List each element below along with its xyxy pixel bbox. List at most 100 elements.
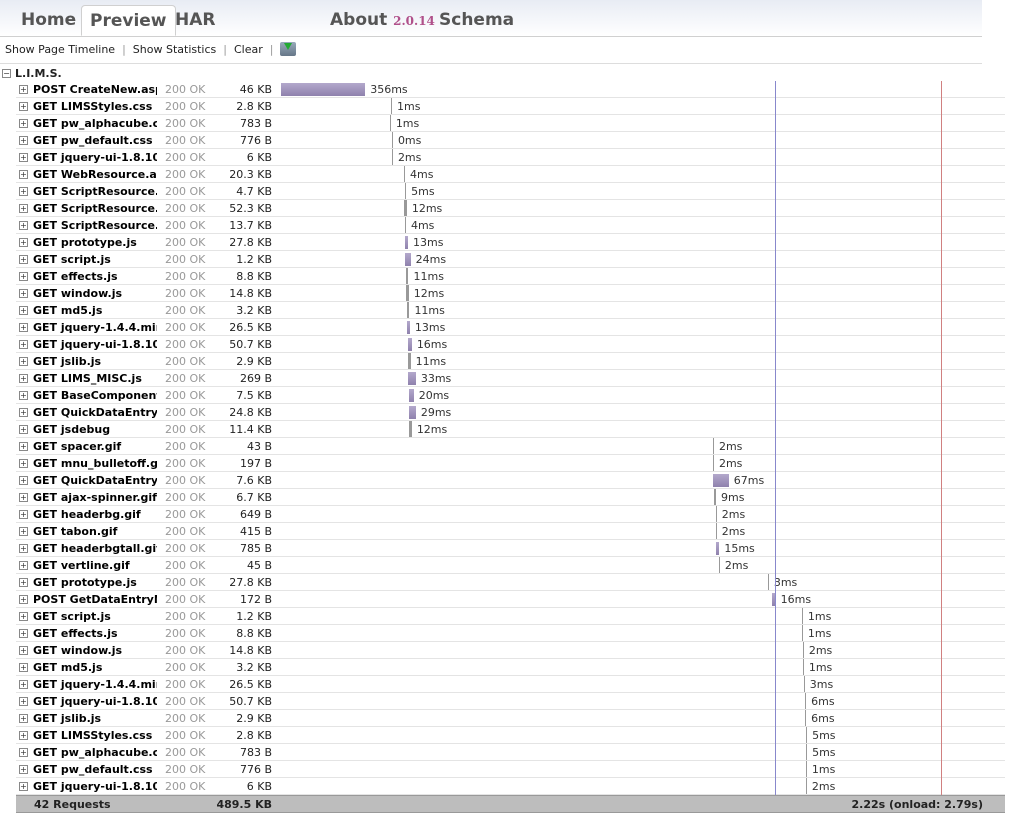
request-row[interactable]: + GET prototype.js 200 OK 27.8 KB 13ms bbox=[16, 234, 1005, 251]
request-row[interactable]: + GET md5.js 200 OK 3.2 KB 11ms bbox=[16, 302, 1005, 319]
expand-icon[interactable]: + bbox=[19, 493, 28, 502]
expand-icon[interactable]: + bbox=[19, 544, 28, 553]
request-row[interactable]: + GET effects.js 200 OK 8.8 KB 11ms bbox=[16, 268, 1005, 285]
request-row[interactable]: + GET LIMS_MISC.js 200 OK 269 B 33ms bbox=[16, 370, 1005, 387]
download-icon[interactable] bbox=[280, 42, 297, 56]
request-row[interactable]: + POST CreateNew.aspx 200 OK 46 KB 356ms bbox=[16, 81, 1005, 98]
request-row[interactable]: + GET prototype.js 200 OK 27.8 KB 3ms bbox=[16, 574, 1005, 591]
request-row[interactable]: + GET pw_alphacube.css 200 OK 783 B 5ms bbox=[16, 744, 1005, 761]
timing-bar bbox=[718, 557, 720, 573]
tab-about[interactable]: About 2.0.14 bbox=[330, 10, 435, 30]
expand-icon[interactable]: + bbox=[19, 306, 28, 315]
request-name: GET ScriptResource.ax bbox=[33, 185, 157, 198]
show-statistics-button[interactable]: Show Statistics bbox=[133, 43, 216, 56]
request-row[interactable]: + GET ScriptResource.ax 200 OK 13.7 KB 4… bbox=[16, 217, 1005, 234]
expand-icon[interactable]: + bbox=[19, 680, 28, 689]
expand-icon[interactable]: + bbox=[19, 272, 28, 281]
expand-icon[interactable]: + bbox=[19, 663, 28, 672]
expand-icon[interactable]: + bbox=[19, 629, 28, 638]
expand-icon[interactable]: + bbox=[19, 697, 28, 706]
expand-icon[interactable]: + bbox=[19, 238, 28, 247]
expand-icon[interactable]: + bbox=[19, 323, 28, 332]
request-row[interactable]: + GET jslib.js 200 OK 2.9 KB 6ms bbox=[16, 710, 1005, 727]
tab-home[interactable]: Home bbox=[21, 10, 76, 30]
request-row[interactable]: + GET jquery-ui-1.8.10.c 200 OK 6 KB 2ms bbox=[16, 778, 1005, 795]
expand-icon[interactable]: + bbox=[19, 595, 28, 604]
expand-icon[interactable]: + bbox=[19, 578, 28, 587]
request-row[interactable]: + GET LIMSStyles.css 200 OK 2.8 KB 5ms bbox=[16, 727, 1005, 744]
request-size: 783 B bbox=[239, 117, 272, 130]
expand-icon[interactable]: + bbox=[19, 748, 28, 757]
expand-icon[interactable]: + bbox=[19, 102, 28, 111]
request-row[interactable]: + GET vertline.gif 200 OK 45 B 2ms bbox=[16, 557, 1005, 574]
expand-icon[interactable]: + bbox=[19, 204, 28, 213]
expand-icon[interactable]: + bbox=[19, 187, 28, 196]
expand-icon[interactable]: + bbox=[19, 136, 28, 145]
expand-icon[interactable]: + bbox=[19, 391, 28, 400]
request-row[interactable]: + GET jquery-ui-1.8.10.c 200 OK 50.7 KB … bbox=[16, 693, 1005, 710]
expand-icon[interactable]: + bbox=[19, 646, 28, 655]
request-row[interactable]: + GET tabon.gif 200 OK 415 B 2ms bbox=[16, 523, 1005, 540]
show-page-timeline-button[interactable]: Show Page Timeline bbox=[5, 43, 115, 56]
request-row[interactable]: + GET mnu_bulletoff.gif 200 OK 197 B 2ms bbox=[16, 455, 1005, 472]
request-name: GET effects.js bbox=[33, 270, 118, 283]
request-row[interactable]: + GET jquery-ui-1.8.10.c 200 OK 6 KB 2ms bbox=[16, 149, 1005, 166]
expand-icon[interactable]: + bbox=[19, 340, 28, 349]
expand-icon[interactable]: + bbox=[19, 561, 28, 570]
clear-button[interactable]: Clear bbox=[234, 43, 263, 56]
request-row[interactable]: + GET jquery-1.4.4.min.j 200 OK 26.5 KB … bbox=[16, 676, 1005, 693]
expand-icon[interactable]: + bbox=[19, 153, 28, 162]
request-row[interactable]: + GET LIMSStyles.css 200 OK 2.8 KB 1ms bbox=[16, 98, 1005, 115]
expand-icon[interactable]: + bbox=[19, 357, 28, 366]
expand-icon[interactable]: + bbox=[19, 221, 28, 230]
request-row[interactable]: + GET headerbgtall.gif 200 OK 785 B 15ms bbox=[16, 540, 1005, 557]
request-row[interactable]: + GET spacer.gif 200 OK 43 B 2ms bbox=[16, 438, 1005, 455]
request-row[interactable]: + GET WebResource.axd 200 OK 20.3 KB 4ms bbox=[16, 166, 1005, 183]
request-row[interactable]: + GET window.js 200 OK 14.8 KB 12ms bbox=[16, 285, 1005, 302]
request-row[interactable]: + GET jsdebug 200 OK 11.4 KB 12ms bbox=[16, 421, 1005, 438]
collapse-icon[interactable]: − bbox=[2, 69, 11, 78]
request-row[interactable]: + GET pw_alphacube.css 200 OK 783 B 1ms bbox=[16, 115, 1005, 132]
expand-icon[interactable]: + bbox=[19, 408, 28, 417]
expand-icon[interactable]: + bbox=[19, 714, 28, 723]
request-row[interactable]: + GET pw_default.css 200 OK 776 B 1ms bbox=[16, 761, 1005, 778]
request-row[interactable]: + GET jquery-ui-1.8.10.c 200 OK 50.7 KB … bbox=[16, 336, 1005, 353]
expand-icon[interactable]: + bbox=[19, 289, 28, 298]
request-row[interactable]: + GET script.js 200 OK 1.2 KB 24ms bbox=[16, 251, 1005, 268]
expand-icon[interactable]: + bbox=[19, 459, 28, 468]
expand-icon[interactable]: + bbox=[19, 442, 28, 451]
request-row[interactable]: + GET effects.js 200 OK 8.8 KB 1ms bbox=[16, 625, 1005, 642]
request-row[interactable]: + GET ajax-spinner.gif 200 OK 6.7 KB 9ms bbox=[16, 489, 1005, 506]
request-row[interactable]: + GET QuickDataEntry.js 200 OK 24.8 KB 2… bbox=[16, 404, 1005, 421]
expand-icon[interactable]: + bbox=[19, 255, 28, 264]
request-row[interactable]: + GET window.js 200 OK 14.8 KB 2ms bbox=[16, 642, 1005, 659]
tab-schema[interactable]: Schema bbox=[439, 10, 514, 30]
request-row[interactable]: + GET md5.js 200 OK 3.2 KB 1ms bbox=[16, 659, 1005, 676]
expand-icon[interactable]: + bbox=[19, 731, 28, 740]
tab-preview[interactable]: Preview bbox=[81, 5, 176, 36]
request-row[interactable]: + GET headerbg.gif 200 OK 649 B 2ms bbox=[16, 506, 1005, 523]
request-row[interactable]: + GET script.js 200 OK 1.2 KB 1ms bbox=[16, 608, 1005, 625]
expand-icon[interactable]: + bbox=[19, 765, 28, 774]
expand-icon[interactable]: + bbox=[19, 476, 28, 485]
request-row[interactable]: + GET jquery-1.4.4.min.j 200 OK 26.5 KB … bbox=[16, 319, 1005, 336]
expand-icon[interactable]: + bbox=[19, 782, 28, 791]
request-row[interactable]: + GET ScriptResource.ax 200 OK 4.7 KB 5m… bbox=[16, 183, 1005, 200]
tab-har[interactable]: HAR bbox=[175, 10, 215, 30]
request-row[interactable]: + GET ScriptResource.ax 200 OK 52.3 KB 1… bbox=[16, 200, 1005, 217]
expand-icon[interactable]: + bbox=[19, 425, 28, 434]
page-header[interactable]: − L.I.M.S. bbox=[2, 67, 62, 80]
expand-icon[interactable]: + bbox=[19, 170, 28, 179]
request-row[interactable]: + GET jslib.js 200 OK 2.9 KB 11ms bbox=[16, 353, 1005, 370]
request-row[interactable]: + POST GetDataEntryNo 200 OK 172 B 16ms bbox=[16, 591, 1005, 608]
request-row[interactable]: + GET BaseComponent.js 200 OK 7.5 KB 20m… bbox=[16, 387, 1005, 404]
request-row[interactable]: + GET pw_default.css 200 OK 776 B 0ms bbox=[16, 132, 1005, 149]
expand-icon[interactable]: + bbox=[19, 374, 28, 383]
expand-icon[interactable]: + bbox=[19, 119, 28, 128]
expand-icon[interactable]: + bbox=[19, 527, 28, 536]
expand-icon[interactable]: + bbox=[19, 85, 28, 94]
request-row[interactable]: + GET QuickDataEntryTe 200 OK 7.6 KB 67m… bbox=[16, 472, 1005, 489]
expand-icon[interactable]: + bbox=[19, 510, 28, 519]
expand-icon[interactable]: + bbox=[19, 612, 28, 621]
request-size: 7.5 KB bbox=[236, 389, 272, 402]
